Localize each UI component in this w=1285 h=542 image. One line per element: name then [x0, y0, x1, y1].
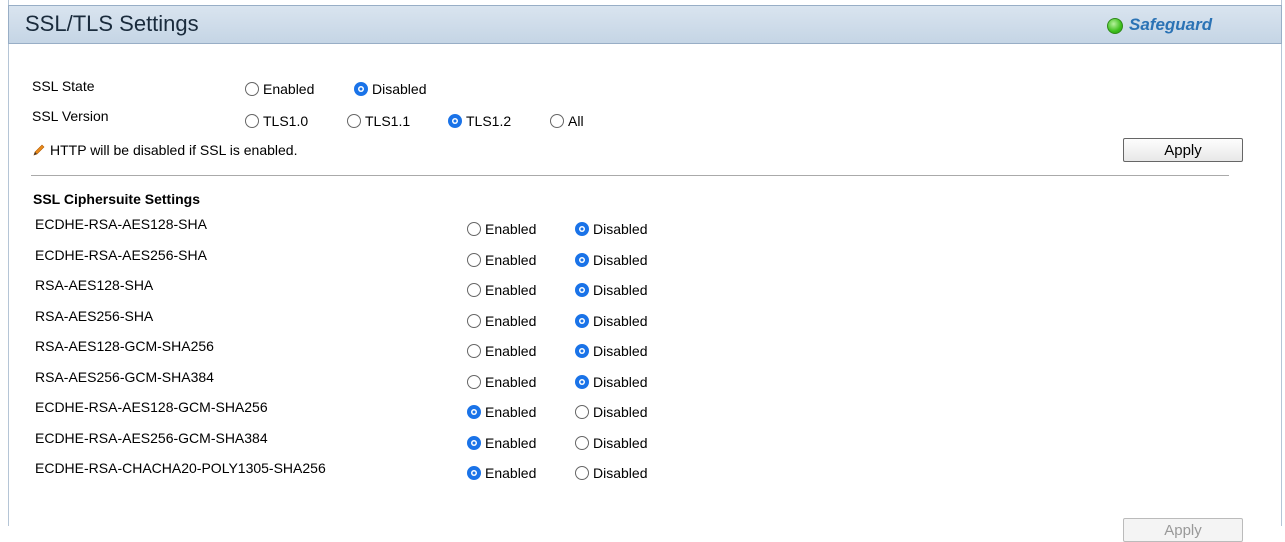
ciphersuite-enabled-radio[interactable]: Enabled — [467, 252, 536, 268]
ssl-state-label: SSL State — [32, 78, 95, 94]
ciphersuite-enabled-radio[interactable]: Enabled — [467, 435, 536, 451]
ssl-state-enabled-radio[interactable]: Enabled — [245, 81, 314, 97]
ciphersuite-enabled-radio[interactable]: Enabled — [467, 465, 536, 481]
ciphersuite-section-title: SSL Ciphersuite Settings — [33, 191, 200, 207]
ciphersuite-enabled-radio[interactable]: Enabled — [467, 374, 536, 390]
safeguard-label: Safeguard — [1129, 15, 1213, 34]
radio-circle[interactable] — [575, 283, 589, 297]
radio-circle[interactable] — [575, 374, 589, 389]
ciphersuite-name: RSA-AES128-SHA — [35, 277, 154, 293]
ssl-version-tls11-radio[interactable]: TLS1.1 — [347, 113, 410, 129]
apply-ciphersuite-button[interactable]: Apply — [1123, 518, 1243, 542]
radio-circle[interactable] — [467, 313, 481, 328]
ssl-version-tls10-radio[interactable]: TLS1.0 — [245, 113, 308, 129]
radio-circle[interactable] — [347, 114, 361, 128]
ssl-version-all-radio[interactable]: All — [550, 113, 584, 129]
radio-circle[interactable] — [467, 435, 481, 450]
ciphersuite-enabled-radio[interactable]: Enabled — [467, 313, 536, 329]
title-bar: SSL/TLS Settings Safeguard — [8, 5, 1282, 44]
radio-circle[interactable] — [467, 405, 481, 419]
pencil-icon — [32, 143, 46, 157]
radio-circle[interactable] — [467, 283, 481, 297]
ciphersuite-disabled-radio[interactable]: Disabled — [575, 374, 647, 390]
radio-circle[interactable] — [575, 405, 589, 419]
ciphersuite-name: ECDHE-RSA-AES256-SHA — [35, 246, 207, 263]
radio-circle[interactable] — [467, 374, 481, 389]
safeguard-status-icon — [1107, 18, 1123, 34]
radio-circle[interactable] — [467, 344, 481, 358]
radio-circle[interactable] — [575, 222, 589, 236]
ciphersuite-name: ECDHE-RSA-AES128-SHA — [35, 216, 207, 232]
ciphersuite-name: RSA-AES256-GCM-SHA384 — [35, 368, 214, 385]
page-title: SSL/TLS Settings — [25, 11, 199, 36]
ssl-version-tls12-radio[interactable]: TLS1.2 — [448, 113, 511, 129]
radio-circle[interactable] — [575, 344, 589, 358]
radio-circle[interactable] — [467, 252, 481, 267]
apply-button[interactable]: Apply — [1123, 138, 1243, 162]
radio-circle[interactable] — [575, 435, 589, 450]
ssl-state-disabled-radio[interactable]: Disabled — [354, 81, 426, 97]
ssl-note: HTTP will be disabled if SSL is enabled. — [32, 142, 297, 158]
radio-circle[interactable] — [448, 114, 462, 128]
note-text: HTTP will be disabled if SSL is enabled. — [50, 142, 298, 158]
ciphersuite-enabled-radio[interactable]: Enabled — [467, 221, 536, 237]
ciphersuite-disabled-radio[interactable]: Disabled — [575, 435, 647, 451]
ciphersuite-name: ECDHE-RSA-AES256-GCM-SHA384 — [35, 429, 268, 446]
ciphersuite-disabled-radio[interactable]: Disabled — [575, 282, 647, 298]
ciphersuite-enabled-radio[interactable]: Enabled — [467, 282, 536, 298]
radio-circle[interactable] — [575, 252, 589, 267]
ciphersuite-name: RSA-AES256-SHA — [35, 307, 154, 324]
ciphersuite-disabled-radio[interactable]: Disabled — [575, 404, 647, 420]
radio-circle[interactable] — [245, 82, 259, 96]
ciphersuite-disabled-radio[interactable]: Disabled — [575, 465, 647, 481]
ciphersuite-disabled-radio[interactable]: Disabled — [575, 343, 647, 359]
ciphersuite-name: ECDHE-RSA-AES128-GCM-SHA256 — [35, 399, 268, 415]
radio-circle[interactable] — [550, 114, 564, 128]
ciphersuite-name: RSA-AES128-GCM-SHA256 — [35, 338, 214, 354]
radio-circle[interactable] — [354, 82, 368, 96]
ciphersuite-enabled-radio[interactable]: Enabled — [467, 404, 536, 420]
section-divider — [31, 175, 1229, 176]
ciphersuite-enabled-radio[interactable]: Enabled — [467, 343, 536, 359]
radio-circle[interactable] — [575, 313, 589, 328]
radio-circle[interactable] — [467, 222, 481, 236]
ciphersuite-disabled-radio[interactable]: Disabled — [575, 252, 647, 268]
radio-circle[interactable] — [575, 466, 589, 480]
radio-circle[interactable] — [467, 466, 481, 480]
ciphersuite-disabled-radio[interactable]: Disabled — [575, 313, 647, 329]
ssl-version-label: SSL Version — [32, 108, 109, 124]
ciphersuite-disabled-radio[interactable]: Disabled — [575, 221, 647, 237]
radio-circle[interactable] — [245, 114, 259, 128]
ciphersuite-name: ECDHE-RSA-CHACHA20-POLY1305-SHA256 — [35, 460, 326, 476]
